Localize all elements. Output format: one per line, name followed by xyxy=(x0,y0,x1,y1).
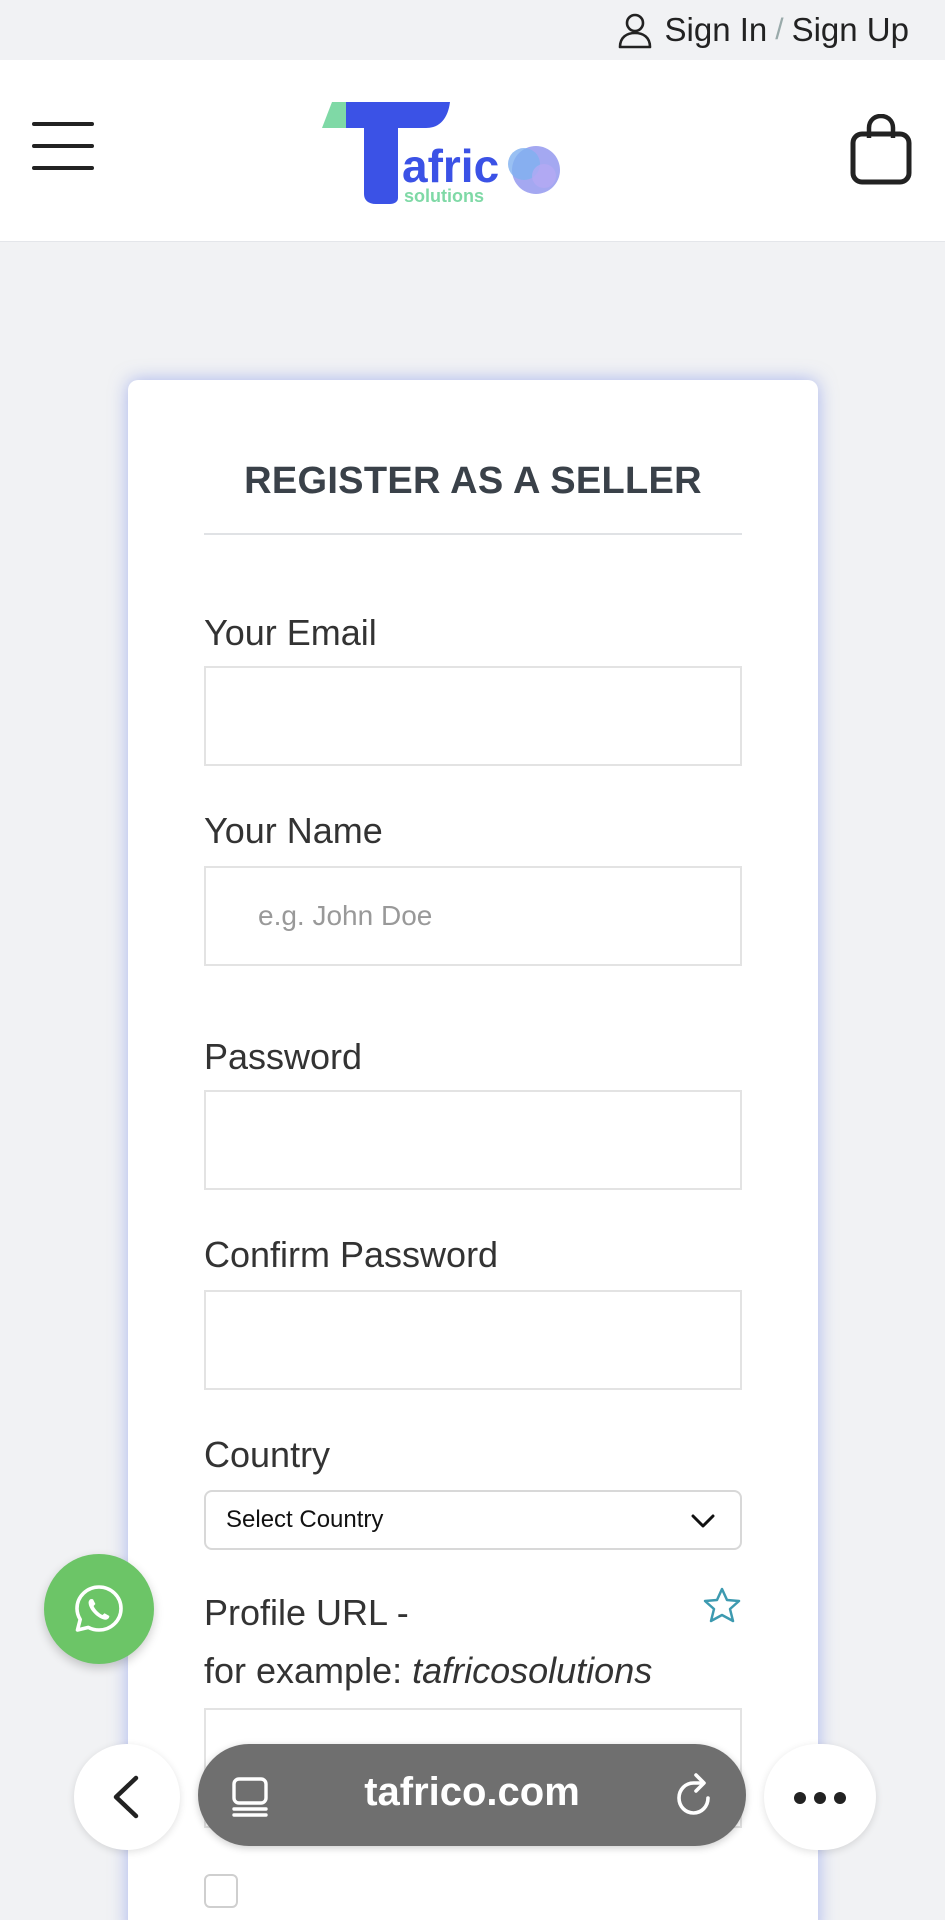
password-label: Password xyxy=(204,1036,363,1077)
chevron-down-icon xyxy=(691,1514,715,1528)
url-text: tafrico.com xyxy=(364,1770,580,1814)
reload-icon[interactable] xyxy=(672,1772,716,1818)
more-options-button[interactable] xyxy=(764,1744,876,1850)
tafrico-logo[interactable]: afric solutions xyxy=(318,98,568,206)
country-selected-value: Select Country xyxy=(226,1506,384,1533)
top-bar: Sign In / Sign Up xyxy=(0,0,945,60)
hamburger-menu-icon[interactable] xyxy=(32,122,94,172)
country-label: Country xyxy=(204,1434,331,1475)
confirm-password-label: Confirm Password xyxy=(204,1234,499,1275)
logo-wordmark: afric xyxy=(402,140,499,192)
profile-url-label: Profile URL - xyxy=(204,1592,409,1633)
user-icon[interactable] xyxy=(615,10,655,50)
profile-url-example-value: tafricosolutions xyxy=(412,1650,653,1691)
sign-in-link[interactable]: Sign In xyxy=(665,11,768,49)
sign-up-link[interactable]: Sign Up xyxy=(792,11,909,49)
more-dots-icon xyxy=(794,1792,846,1804)
whatsapp-button[interactable] xyxy=(44,1554,154,1664)
register-card: REGISTER AS A SELLER Your Email Your Nam… xyxy=(128,380,818,1920)
whatsapp-icon xyxy=(75,1585,123,1632)
name-label: Your Name xyxy=(204,810,383,851)
email-label: Your Email xyxy=(204,612,377,653)
confirm-password-field[interactable] xyxy=(204,1290,742,1390)
name-field[interactable]: e.g. John Doe xyxy=(204,866,742,966)
form-title: REGISTER AS A SELLER xyxy=(244,460,702,502)
title-divider xyxy=(204,533,742,535)
password-field[interactable] xyxy=(204,1090,742,1190)
back-button[interactable] xyxy=(74,1744,180,1850)
profile-url-example-prefix: for example: xyxy=(204,1650,403,1691)
chevron-left-icon xyxy=(113,1775,139,1819)
email-field[interactable] xyxy=(204,666,742,766)
site-header: afric solutions xyxy=(0,60,945,242)
terms-checkbox[interactable] xyxy=(204,1874,238,1908)
logo-subtitle: solutions xyxy=(404,186,484,206)
auth-links: Sign In / Sign Up xyxy=(615,10,909,50)
shopping-bag-icon[interactable] xyxy=(849,114,913,186)
country-select[interactable]: Select Country xyxy=(204,1490,742,1550)
auth-separator: / xyxy=(775,13,784,46)
star-icon[interactable] xyxy=(702,1586,742,1624)
address-bar[interactable]: tafrico.com xyxy=(198,1744,746,1846)
profile-url-hint: for example: tafricosolutions xyxy=(204,1650,652,1692)
